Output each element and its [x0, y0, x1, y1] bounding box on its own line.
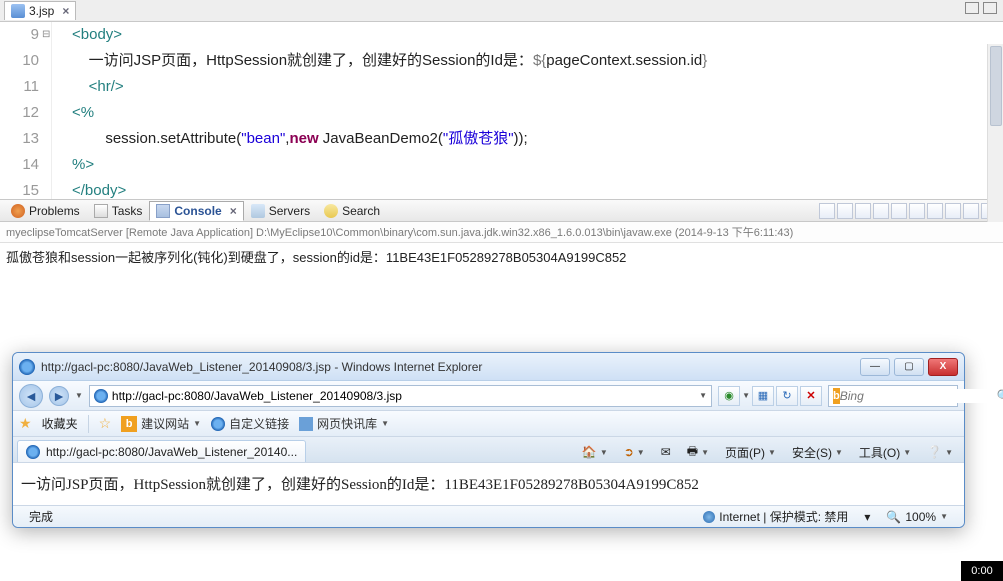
safety-menu[interactable]: 安全(S)▼: [785, 442, 850, 462]
url-input[interactable]: [112, 389, 699, 403]
close-icon[interactable]: ×: [230, 204, 237, 218]
help-button[interactable]: ❔▼: [920, 442, 960, 462]
window-title: http://gacl-pc:8080/JavaWeb_Listener_201…: [41, 360, 860, 374]
bing-icon: b: [121, 416, 137, 432]
maximize-button[interactable]: ▢: [894, 358, 924, 376]
tab-tasks[interactable]: Tasks: [87, 201, 150, 221]
console-toolbar: [819, 203, 1003, 219]
nav-history-dropdown[interactable]: ▼: [75, 391, 83, 400]
problems-icon: [11, 204, 25, 218]
address-bar[interactable]: ▼: [89, 385, 712, 407]
code-editor[interactable]: 9⊟101112131415 <body> 一访问JSP页面，HttpSessi…: [0, 22, 1003, 200]
bing-icon: b: [833, 388, 840, 404]
home-button[interactable]: 🏠▼: [575, 442, 615, 462]
page-icon: [94, 389, 108, 403]
tab-servers[interactable]: Servers: [244, 201, 317, 221]
toolbar-btn[interactable]: [873, 203, 889, 219]
search-input[interactable]: [840, 389, 997, 403]
favorites-bar: ★ 收藏夹 ☆ b建议网站 ▼ 自定义链接 网页快讯库 ▼: [13, 411, 964, 437]
toolbar-btn[interactable]: [819, 203, 835, 219]
editor-tab-3jsp[interactable]: 3.jsp ×: [4, 1, 76, 20]
feed-icon: [299, 417, 313, 431]
feeds-button[interactable]: ➲▼: [617, 442, 652, 462]
ie-icon: [19, 359, 35, 375]
search-box[interactable]: b 🔍 ▼: [828, 385, 958, 407]
console-output: 孤傲苍狼和session一起被序列化(钝化)到硬盘了，session的id是：1…: [0, 243, 1003, 270]
toolbar-btn[interactable]: [855, 203, 871, 219]
ie-titlebar[interactable]: http://gacl-pc:8080/JavaWeb_Listener_201…: [13, 353, 964, 381]
scrollbar-thumb[interactable]: [990, 46, 1002, 126]
star-icon: ☆: [99, 415, 112, 432]
print-button[interactable]: 🖶▼: [680, 442, 716, 462]
mail-button[interactable]: ✉: [654, 442, 678, 462]
editor-tab-label: 3.jsp: [29, 4, 54, 18]
ie-window: http://gacl-pc:8080/JavaWeb_Listener_201…: [12, 352, 965, 528]
compat-view-button[interactable]: ◉: [718, 386, 740, 406]
servers-icon: [251, 204, 265, 218]
forward-button[interactable]: ►: [49, 386, 69, 406]
close-button[interactable]: X: [928, 358, 958, 376]
jsp-file-icon: [11, 4, 25, 18]
console-process-line: myeclipseTomcatServer [Remote Java Appli…: [0, 222, 1003, 243]
page-content: 一访问JSP页面，HttpSession就创建了，创建好的Session的Id是…: [13, 463, 964, 505]
fav-quick[interactable]: 网页快讯库 ▼: [299, 415, 389, 432]
favorites-label[interactable]: 收藏夹: [42, 415, 78, 432]
stop-button[interactable]: ✕: [800, 386, 822, 406]
code-area[interactable]: <body> 一访问JSP页面，HttpSession就创建了，创建好的Sess…: [52, 22, 1003, 199]
close-icon[interactable]: ×: [62, 4, 69, 18]
toolbar-btn[interactable]: [909, 203, 925, 219]
minimize-button[interactable]: —: [860, 358, 890, 376]
toolbar-btn[interactable]: [891, 203, 907, 219]
taskbar-clock: 0:00: [961, 561, 1003, 581]
ie-tabstrip: http://gacl-pc:8080/JavaWeb_Listener_201…: [13, 437, 964, 463]
tools-menu[interactable]: 工具(O)▼: [852, 442, 918, 462]
vertical-scrollbar[interactable]: [987, 44, 1003, 222]
url-dropdown[interactable]: ▼: [699, 391, 707, 400]
ie-icon: [211, 417, 225, 431]
search-go-icon[interactable]: 🔍: [997, 389, 1003, 403]
tab-search[interactable]: Search: [317, 201, 387, 221]
feed-button[interactable]: ▦: [752, 386, 774, 406]
ie-navbar: ◄ ► ▼ ▼ ◉▼ ▦ ↻ ✕ b 🔍 ▼: [13, 381, 964, 411]
fav-custom[interactable]: 自定义链接: [211, 415, 289, 432]
status-protected-toggle[interactable]: ▾: [856, 510, 878, 524]
window-buttons: — ▢ X: [860, 358, 958, 376]
search-icon: [324, 204, 338, 218]
ie-icon: [26, 445, 40, 459]
ie-statusbar: 完成 Internet | 保护模式: 禁用 ▾ 🔍 100% ▼: [13, 505, 964, 527]
tab-console[interactable]: Console ×: [149, 201, 243, 221]
command-bar: 🏠▼ ➲▼ ✉ 🖶▼ 页面(P)▼ 安全(S)▼ 工具(O)▼ ❔▼: [575, 442, 960, 462]
page-menu[interactable]: 页面(P)▼: [718, 442, 783, 462]
line-gutter: 9⊟101112131415: [0, 22, 52, 199]
star-icon[interactable]: ★: [19, 415, 32, 432]
status-zone: Internet | 保护模式: 禁用: [695, 508, 856, 525]
editor-minmax: [965, 2, 997, 14]
toolbar-btn[interactable]: [927, 203, 943, 219]
toolbar-btn[interactable]: [945, 203, 961, 219]
globe-icon: [703, 511, 715, 523]
toolbar-btn[interactable]: [963, 203, 979, 219]
editor-tabbar: 3.jsp ×: [0, 0, 1003, 22]
browser-tab[interactable]: http://gacl-pc:8080/JavaWeb_Listener_201…: [17, 440, 306, 462]
minimize-icon[interactable]: [965, 2, 979, 14]
tab-title: http://gacl-pc:8080/JavaWeb_Listener_201…: [46, 445, 297, 459]
back-button[interactable]: ◄: [19, 384, 43, 408]
zoom-control[interactable]: 🔍 100% ▼: [878, 510, 956, 524]
maximize-icon[interactable]: [983, 2, 997, 14]
status-done: 完成: [21, 508, 61, 525]
fav-suggested[interactable]: b建议网站 ▼: [121, 415, 201, 432]
toolbar-btn[interactable]: [837, 203, 853, 219]
bottom-panel-tabbar: Problems Tasks Console × Servers Search: [0, 200, 1003, 222]
console-icon: [156, 204, 170, 218]
refresh-button[interactable]: ↻: [776, 386, 798, 406]
tasks-icon: [94, 204, 108, 218]
